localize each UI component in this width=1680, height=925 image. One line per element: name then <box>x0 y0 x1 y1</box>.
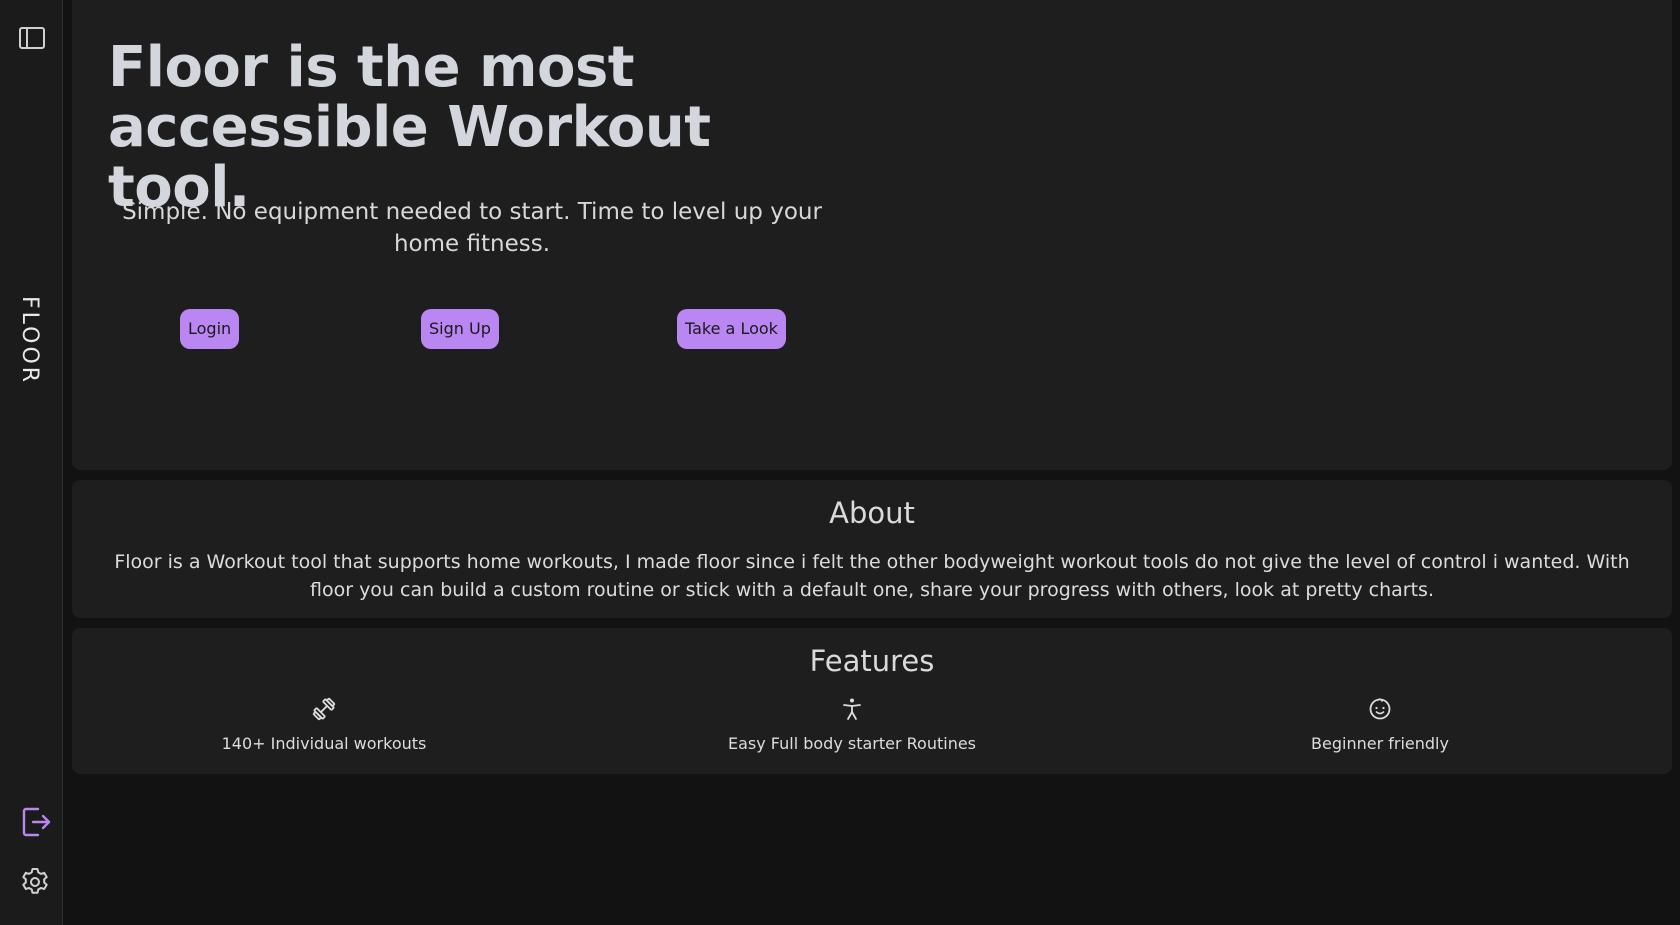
about-title: About <box>829 496 915 530</box>
feature-item: Easy Full body starter Routines <box>672 696 1032 753</box>
about-text: Floor is a Workout tool that supports ho… <box>114 551 1630 601</box>
feature-label: Beginner friendly <box>1311 734 1449 753</box>
brand-logo-text: FLOOR <box>17 296 42 386</box>
take-a-look-button[interactable]: Take a Look <box>677 309 786 349</box>
sidebar: FLOOR <box>0 0 63 925</box>
logout-icon[interactable] <box>20 805 52 839</box>
sidebar-panel-icon[interactable] <box>18 24 46 52</box>
person-icon <box>843 698 861 720</box>
hero-section: Floor is the most accessible Workout too… <box>72 0 1672 470</box>
hero-subtitle: Simple. No equipment needed to start. Ti… <box>122 199 822 257</box>
login-button[interactable]: Login <box>180 309 240 349</box>
about-section: About Floor is a Workout tool that suppo… <box>72 480 1672 618</box>
features-title: Features <box>809 644 935 678</box>
feature-label: Easy Full body starter Routines <box>727 734 977 753</box>
feature-item: Beginner friendly <box>1200 696 1560 753</box>
feature-label: 140+ Individual workouts <box>221 734 427 753</box>
gear-icon[interactable] <box>19 866 51 898</box>
baby-face-icon <box>1369 698 1391 720</box>
hero-title: Floor is the most accessible Workout too… <box>108 35 711 220</box>
feature-item: 140+ Individual workouts <box>144 696 504 753</box>
dumbbell-icon <box>312 697 336 721</box>
sign-up-button[interactable]: Sign Up <box>421 309 499 349</box>
features-section: Features 140+ Individual workouts Easy F… <box>72 628 1672 774</box>
